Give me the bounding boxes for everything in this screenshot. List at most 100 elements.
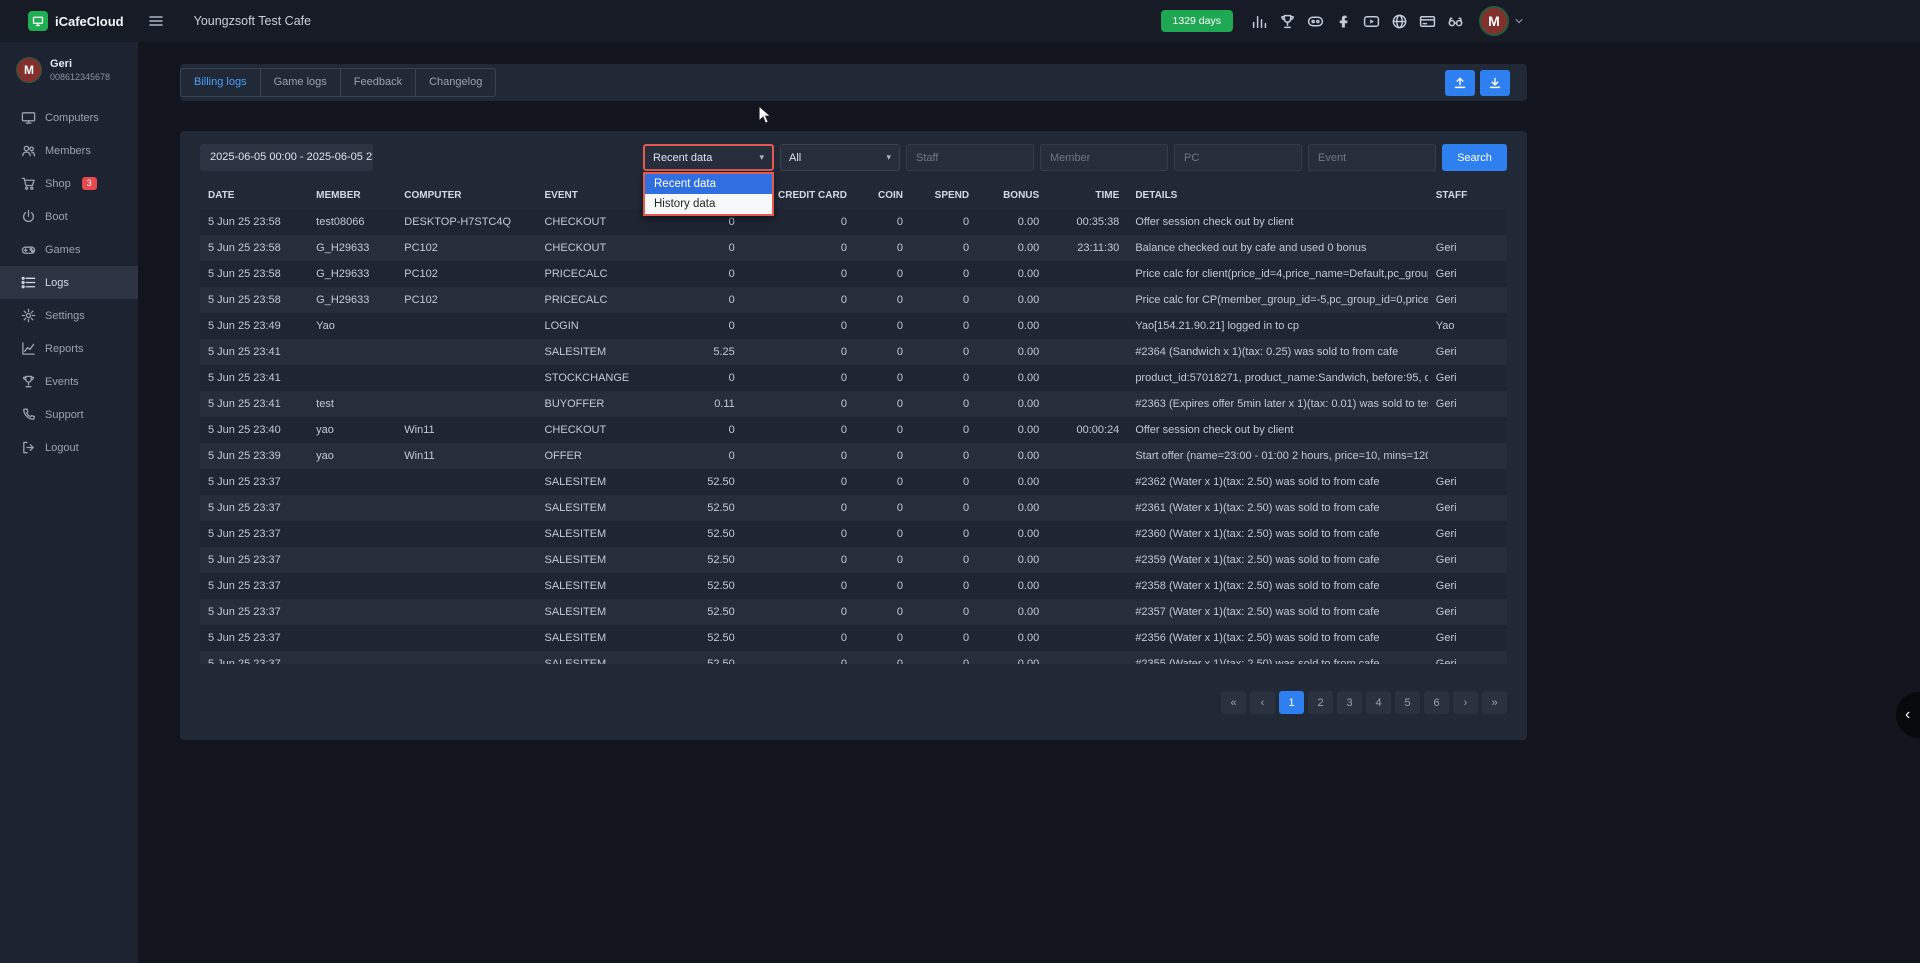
page-btn-6[interactable]: 6 [1424,691,1449,714]
sidebar-user[interactable]: M Geri 008612345678 [0,42,138,95]
cell-bonus: 0.00 [977,365,1047,391]
page-btn-1[interactable]: 1 [1279,691,1304,714]
cell-staff: Geri [1428,365,1507,391]
page-btn-prev[interactable]: ‹ [1250,691,1275,714]
pc-input[interactable] [1174,144,1302,171]
table-row[interactable]: 5 Jun 25 23:37SALESITEM52.500000.00#2360… [200,521,1507,547]
date-range-input[interactable]: 2025-06-05 00:00 - 2025-06-05 23:59 [200,144,373,171]
sidebar-item-boot[interactable]: Boot [0,200,138,233]
sidebar-item-games[interactable]: Games [0,233,138,266]
dropdown-option[interactable]: Recent data [645,174,772,194]
table-row[interactable]: 5 Jun 25 23:58test08066DESKTOP-H7STC4QCH… [200,209,1507,235]
scope-select[interactable]: All ▾ [780,144,900,171]
sidebar-item-shop[interactable]: Shop3 [0,167,138,200]
tab-billing-logs[interactable]: Billing logs [180,68,261,97]
cell-event: SALESITEM [536,625,654,651]
cell-event: SALESITEM [536,599,654,625]
subscription-days-badge[interactable]: 1329 days [1161,10,1233,32]
data-source-select[interactable]: Recent data ▾ [643,144,774,171]
tab-game-logs[interactable]: Game logs [260,68,341,97]
cell-time [1047,313,1127,339]
cell-computer [396,573,536,599]
cell-spend: 0 [911,599,977,625]
table-row[interactable]: 5 Jun 25 23:39yaoWin11OFFER00000.00Start… [200,443,1507,469]
table-row[interactable]: 5 Jun 25 23:37SALESITEM52.500000.00#2359… [200,547,1507,573]
cell-spend: 0 [911,209,977,235]
sidebar-item-logout[interactable]: Logout [0,431,138,464]
tab-feedback[interactable]: Feedback [340,68,416,97]
table-row[interactable]: 5 Jun 25 23:37SALESITEM52.500000.00#2355… [200,651,1507,664]
cell-coin: 0 [855,625,911,651]
table-row[interactable]: 5 Jun 25 23:58G_H29633PC102PRICECALC0000… [200,287,1507,313]
sidebar-item-members[interactable]: Members [0,134,138,167]
sidebar-item-computers[interactable]: Computers [0,101,138,134]
table-row[interactable]: 5 Jun 25 23:37SALESITEM52.500000.00#2361… [200,495,1507,521]
cell-staff: Yao [1428,313,1507,339]
cart-icon [21,176,36,191]
globe-icon[interactable] [1391,13,1408,30]
cell-spend: 0 [911,547,977,573]
payment-icon[interactable] [1419,13,1436,30]
youtube-icon[interactable] [1363,13,1380,30]
table-row[interactable]: 5 Jun 25 23:37SALESITEM52.500000.00#2362… [200,469,1507,495]
sidebar-item-reports[interactable]: Reports [0,332,138,365]
table-row[interactable]: 5 Jun 25 23:49YaoLOGIN00000.00Yao[154.21… [200,313,1507,339]
hamburger-menu-icon[interactable] [148,13,164,29]
cell-coin: 0 [855,339,911,365]
event-input[interactable] [1308,144,1436,171]
page-btn-first[interactable]: « [1221,691,1246,714]
search-button[interactable]: Search [1442,144,1507,171]
page-btn-4[interactable]: 4 [1366,691,1391,714]
table-row[interactable]: 5 Jun 25 23:37SALESITEM52.500000.00#2357… [200,599,1507,625]
discord-icon[interactable] [1307,13,1324,30]
table-row[interactable]: 5 Jun 25 23:58G_H29633PC102PRICECALC0000… [200,261,1507,287]
cell-event: SALESITEM [536,573,654,599]
sidebar-item-events[interactable]: Events [0,365,138,398]
table-row[interactable]: 5 Jun 25 23:41testBUYOFFER0.110000.00#23… [200,391,1507,417]
glasses-icon[interactable] [1447,13,1464,30]
cell-time [1047,443,1127,469]
page-btn-next[interactable]: › [1453,691,1478,714]
brand[interactable]: iCafeCloud [28,11,124,31]
page-btn-5[interactable]: 5 [1395,691,1420,714]
tab-changelog[interactable]: Changelog [415,68,496,97]
sidebar-item-settings[interactable]: Settings [0,299,138,332]
user-avatar[interactable]: M [1479,6,1509,36]
table-row[interactable]: 5 Jun 25 23:58G_H29633PC102CHECKOUT00000… [200,235,1507,261]
facebook-icon[interactable] [1335,13,1352,30]
page-btn-2[interactable]: 2 [1308,691,1333,714]
page-btn-3[interactable]: 3 [1337,691,1362,714]
cell-staff: Geri [1428,521,1507,547]
sidebar-item-logs[interactable]: Logs [0,266,138,299]
sidebar-item-label: Shop [45,178,71,190]
cell-event: SALESITEM [536,339,654,365]
member-input[interactable] [1040,144,1168,171]
data-source-dropdown: Recent dataHistory data [643,172,774,216]
table-row[interactable]: 5 Jun 25 23:37SALESITEM52.500000.00#2358… [200,573,1507,599]
cell-member [308,599,396,625]
table-row[interactable]: 5 Jun 25 23:41SALESITEM5.250000.00#2364 … [200,339,1507,365]
stats-icon[interactable] [1251,13,1268,30]
cell-amount: 0 [655,417,743,443]
dropdown-option[interactable]: History data [645,194,772,214]
cell-details: #2362 (Water x 1)(tax: 2.50) was sold to… [1127,469,1427,495]
upload-button[interactable] [1445,70,1475,96]
cell-credit_card: 0 [743,417,855,443]
cell-bonus: 0.00 [977,209,1047,235]
table-row[interactable]: 5 Jun 25 23:41STOCKCHANGE00000.00product… [200,365,1507,391]
table-row[interactable]: 5 Jun 25 23:37SALESITEM52.500000.00#2356… [200,625,1507,651]
cell-time [1047,469,1127,495]
cell-computer [396,339,536,365]
staff-input[interactable] [906,144,1034,171]
table-row[interactable]: 5 Jun 25 23:40yaoWin11CHECKOUT00000.0000… [200,417,1507,443]
cell-spend: 0 [911,573,977,599]
chevron-down-icon[interactable] [1513,15,1525,27]
cell-date: 5 Jun 25 23:37 [200,495,308,521]
trophy-icon[interactable] [1279,13,1296,30]
cell-time: 23:11:30 [1047,235,1127,261]
page-btn-last[interactable]: » [1482,691,1507,714]
sidebar-item-support[interactable]: Support [0,398,138,431]
cell-bonus: 0.00 [977,651,1047,664]
cell-date: 5 Jun 25 23:58 [200,287,308,313]
download-button[interactable] [1480,70,1510,96]
